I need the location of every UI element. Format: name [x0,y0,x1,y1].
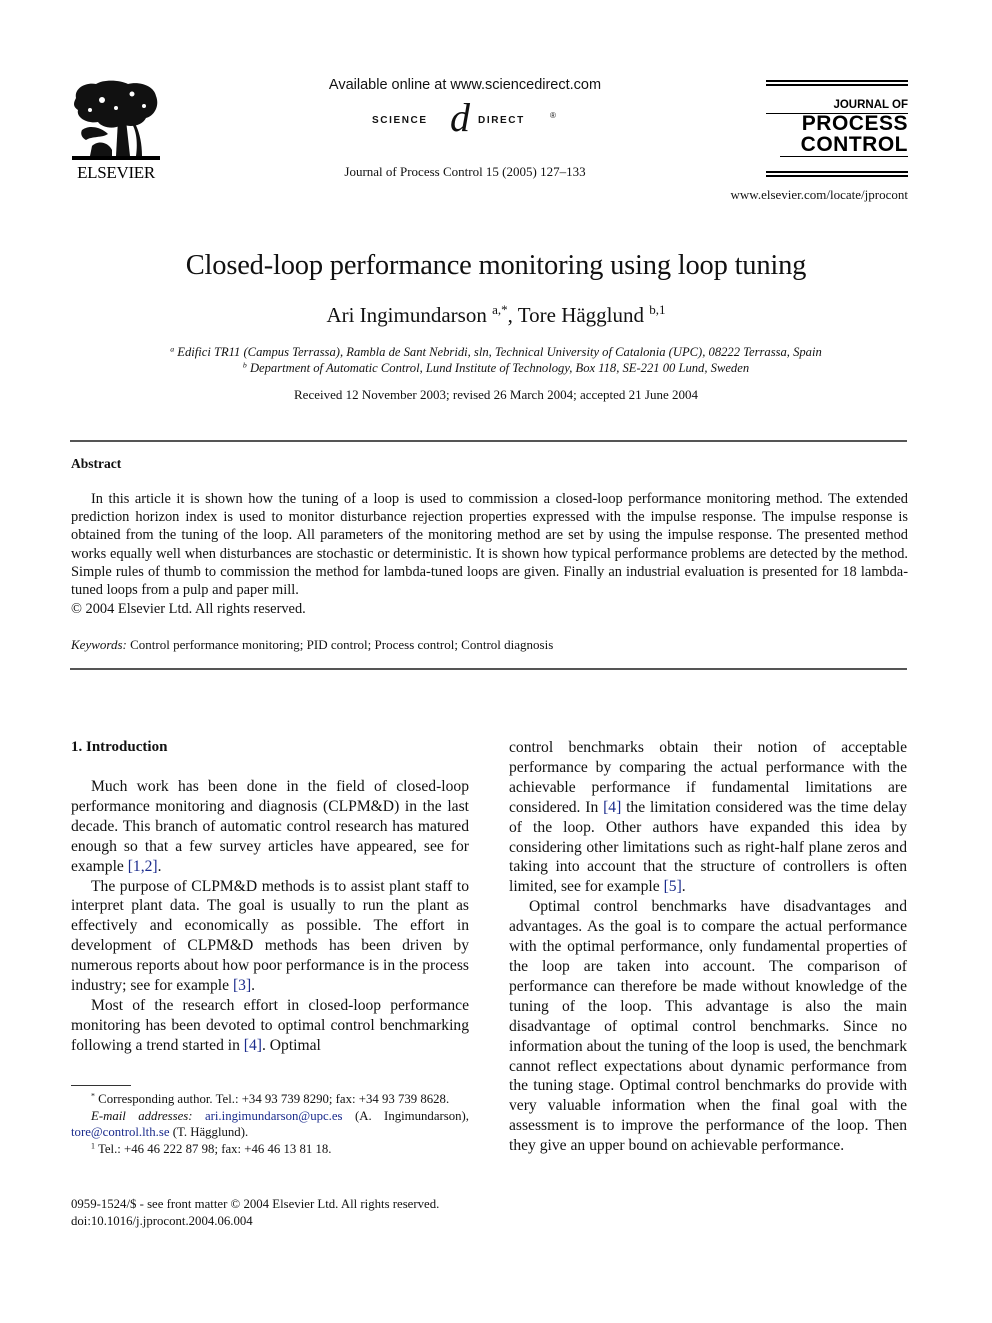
citation-link[interactable]: [3] [233,977,251,994]
footnote-text: Corresponding author. Tel.: +34 93 739 8… [98,1092,450,1106]
journal-logo-rule [766,84,908,86]
author-separator: , [507,303,518,327]
registered-icon: ® [550,111,558,120]
paragraph-text: . [681,878,686,896]
abstract-body: In this article it is shown how the tuni… [71,491,908,599]
footnote-text: Tel.: +46 46 222 87 98; fax: +46 46 13 8… [97,1141,332,1156]
elsevier-tree-icon [72,80,160,160]
paragraph-text: . [157,857,162,875]
author-marks[interactable]: a,* [492,302,508,317]
email-owner: (T. Hägglund). [169,1125,249,1139]
affiliation-mark: a [170,344,175,354]
footnote-rule [71,1085,131,1086]
elsevier-wordmark: ELSEVIER [77,163,155,182]
paragraph: Much work has been done in the field of … [71,777,469,877]
footnote-emails: E-mail addresses: ari.ingimundarson@upc.… [71,1108,469,1141]
citation-link[interactable]: [4] [244,1037,262,1054]
journal-logo-line3: CONTROL [800,133,908,156]
footnote-corresponding: * Corresponding author. Tel.: +34 93 739… [71,1091,469,1108]
paragraph: Most of the research effort in closed-lo… [71,996,469,1056]
right-column: control benchmarks obtain their notion o… [509,738,907,1156]
abstract-copyright: © 2004 Elsevier Ltd. All rights reserved… [71,601,306,617]
keywords: Keywords: Control performance monitoring… [71,637,553,653]
footnote-mark: 1 [91,1140,95,1150]
divider [70,668,907,670]
paper-title: Closed-loop performance monitoring using… [185,250,807,281]
keywords-list: Control performance monitoring; PID cont… [130,637,554,652]
doi-line[interactable]: doi:10.1016/j.jprocont.2004.06.004 [71,1213,491,1230]
journal-logo-rule [766,171,908,173]
email-owner: (A. Ingimundarson), [342,1108,470,1123]
journal-logo-rule [766,80,908,82]
affiliation-mark: b [242,360,247,370]
journal-citation: Journal of Process Control 15 (2005) 127… [344,164,586,179]
journal-url[interactable]: www.elsevier.com/locate/jprocont [700,187,909,203]
author-name: Ari Ingimundarson [326,303,487,327]
author-name: Tore Hägglund [517,303,645,327]
journal-logo-rule [766,175,908,177]
footnotes: * Corresponding author. Tel.: +34 93 739… [71,1091,469,1157]
received-dates: Received 12 November 2003; revised 26 Ma… [294,387,698,402]
affiliation-a: a Edifici TR11 (Campus Terrassa), Rambla… [0,345,992,360]
sciencedirect-logo[interactable]: SCIENCE d DIRECT ® [370,98,560,140]
citation-link[interactable]: [1,2] [128,858,158,875]
sciencedirect-left-word: SCIENCE [372,115,428,126]
divider [70,440,907,442]
sciencedirect-at-icon: d [450,95,470,140]
available-online-text[interactable]: Available online at www.sciencedirect.co… [300,77,630,93]
affiliation-text: Edifici TR11 (Campus Terrassa), Rambla d… [177,345,822,359]
elsevier-logo: ELSEVIER [70,80,162,184]
footnote-1: 1 Tel.: +46 46 222 87 98; fax: +46 46 13… [71,1141,469,1158]
journal-logo-rule [780,156,908,157]
paragraph: Optimal control benchmarks have disadvan… [509,898,907,1155]
author-list: Ari Ingimundarson a,*, Tore Hägglund b,1 [0,303,992,328]
paragraph: The purpose of CLPM&D methods is to assi… [71,877,469,996]
affiliation-b: b Department of Automatic Control, Lund … [0,361,992,376]
email-link[interactable]: ari.ingimundarson@upc.es [205,1109,343,1123]
paragraph-text: . [251,977,256,995]
abstract-heading: Abstract [71,456,122,471]
affiliation-text: Department of Automatic Control, Lund In… [249,361,750,375]
section-heading: 1. Introduction [71,739,168,755]
footnote-mark: * [91,1091,95,1101]
left-column: Much work has been done in the field of … [71,777,469,1056]
author-marks[interactable]: b,1 [649,302,665,317]
citation-link[interactable]: [5] [664,878,682,895]
email-label: E-mail addresses: [91,1108,193,1123]
journal-logo: JOURNAL OF PROCESS CONTROL [766,80,908,177]
front-matter: 0959-1524/$ - see front matter © 2004 El… [71,1196,491,1230]
citation-link[interactable]: [4] [603,799,621,816]
keywords-label: Keywords: [71,637,127,652]
paragraph-text: The purpose of CLPM&D methods is to assi… [71,877,469,995]
email-link[interactable]: tore@control.lth.se [71,1125,170,1139]
sciencedirect-right-word: DIRECT [478,115,525,126]
paragraph-text: . Optimal [261,1036,321,1054]
paragraph: control benchmarks obtain their notion o… [509,738,907,897]
journal-logo-line1: JOURNAL OF [833,99,908,111]
issn-line: 0959-1524/$ - see front matter © 2004 El… [71,1197,440,1211]
